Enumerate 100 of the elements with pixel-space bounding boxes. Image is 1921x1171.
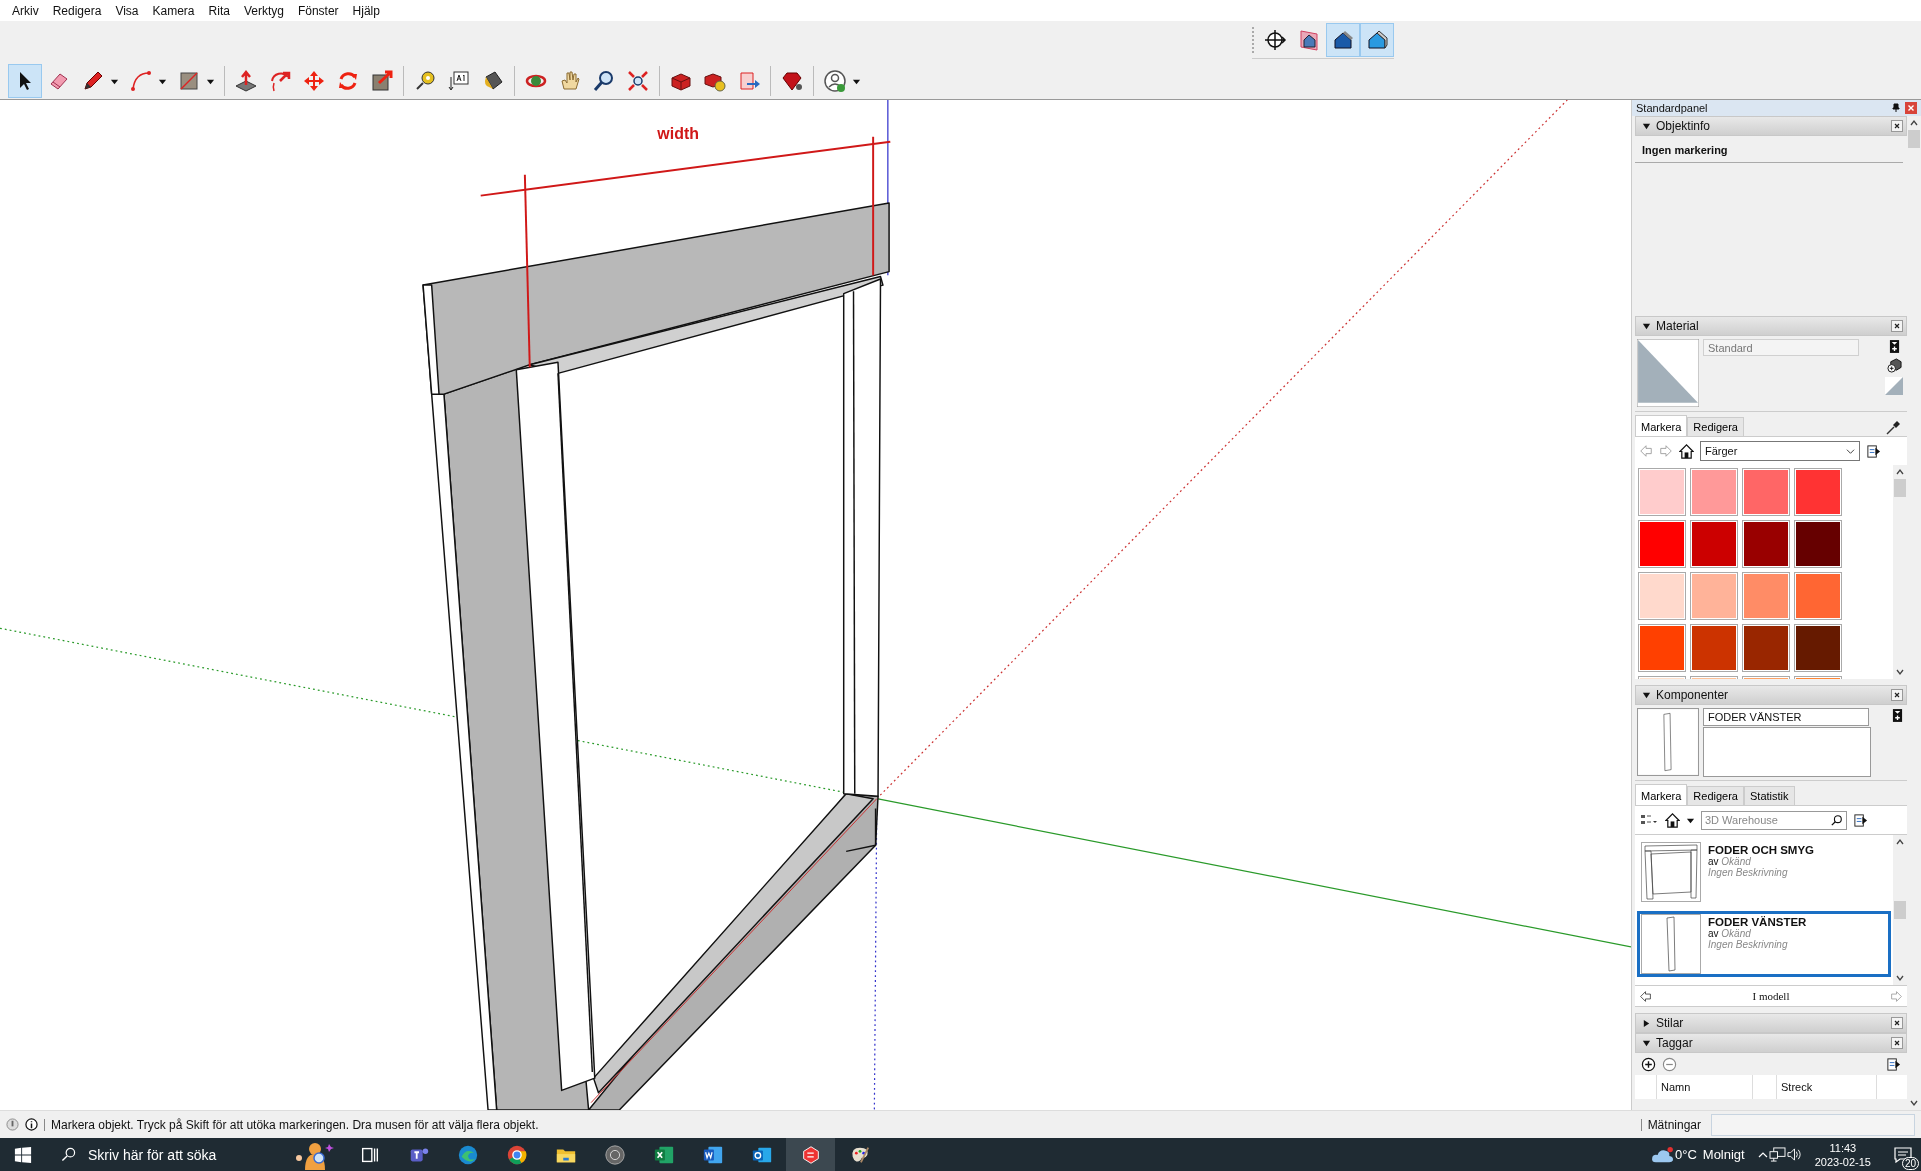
author-line: av Okänd	[1708, 928, 1752, 940]
description-field[interactable]	[1703, 727, 1871, 778]
menu-item[interactable]: Verktyg	[236, 3, 291, 18]
measurements-field[interactable]	[1711, 1113, 1915, 1136]
compass-icon	[1263, 28, 1287, 53]
component-name: FODER OCH SMYG	[1708, 844, 1815, 857]
tab[interactable]: Redigera	[1687, 417, 1744, 437]
color-swatch[interactable]	[1794, 624, 1842, 673]
search-icon	[61, 1147, 76, 1162]
remove-icon[interactable]	[1662, 1056, 1677, 1072]
drawing-canvas[interactable]: width	[0, 100, 1631, 1111]
section-header[interactable]: Komponenter	[1635, 685, 1907, 706]
close-icon[interactable]	[1891, 320, 1903, 333]
close-icon[interactable]	[1891, 1037, 1903, 1050]
notification-button[interactable]: 20	[1885, 1138, 1921, 1171]
scrollbar[interactable]	[1893, 835, 1907, 986]
scroll-thumb[interactable]	[1894, 479, 1906, 498]
close-icon[interactable]	[1891, 120, 1903, 133]
clock-date[interactable]: 2023-02-15	[1814, 1154, 1871, 1169]
volume-icon[interactable]	[1785, 1147, 1803, 1162]
color-swatch[interactable]	[1742, 520, 1790, 569]
start-icon[interactable]	[14, 1145, 32, 1164]
component-name-field[interactable]: FODER VÄNSTER	[1703, 708, 1869, 727]
menu-item[interactable]: Fönster	[290, 3, 346, 18]
menu-item[interactable]: Redigera	[45, 3, 109, 18]
menu-item[interactable]: Visa	[108, 3, 146, 18]
frame-thumbnail	[1640, 842, 1702, 903]
section-title: Komponenter	[1656, 688, 1730, 703]
color-swatch[interactable]	[1638, 572, 1686, 621]
tool-button[interactable]	[1326, 23, 1360, 58]
collapse-icon[interactable]	[1642, 1038, 1651, 1048]
chevron-down-icon	[1846, 446, 1855, 456]
taskbar-search-field[interactable]: Skriv här för att söka	[86, 1145, 270, 1164]
add-icon[interactable]	[1641, 1056, 1656, 1072]
close-icon[interactable]	[1891, 689, 1903, 702]
color-swatch[interactable]	[1690, 572, 1738, 621]
color-swatch[interactable]	[1638, 468, 1686, 517]
dimension-label: width	[657, 125, 699, 143]
create-material-icon[interactable]	[1886, 358, 1902, 374]
section-header[interactable]: Taggar	[1635, 1033, 1907, 1054]
add-component-icon[interactable]	[1892, 708, 1903, 724]
menu-item[interactable]: Arkiv	[5, 3, 46, 18]
color-swatch[interactable]	[1690, 520, 1738, 569]
menu-item[interactable]: Rita	[201, 3, 237, 18]
user-icon	[823, 69, 847, 94]
color-swatch[interactable]	[1742, 624, 1790, 673]
add-material-icon[interactable]	[1888, 339, 1900, 355]
color-swatch[interactable]	[1638, 624, 1686, 673]
library-dropdown[interactable]: Färger	[1700, 441, 1860, 462]
menu-item[interactable]: Kamera	[145, 3, 202, 18]
details-icon[interactable]	[1886, 1056, 1901, 1072]
expand-icon[interactable]	[1642, 1018, 1651, 1028]
eyedropper-icon[interactable]	[1885, 420, 1901, 437]
color-swatch[interactable]	[1690, 624, 1738, 673]
collapse-icon[interactable]	[1642, 690, 1651, 700]
tab[interactable]: Markera	[1635, 415, 1688, 437]
back-icon[interactable]	[1639, 989, 1652, 1003]
tab[interactable]: Statistik	[1744, 786, 1795, 806]
collapse-icon[interactable]	[1642, 121, 1651, 131]
color-swatch[interactable]	[1794, 468, 1842, 517]
tab[interactable]: Redigera	[1687, 786, 1744, 806]
column-header[interactable]: Namn	[1657, 1075, 1753, 1100]
material-name-field[interactable]: Standard	[1703, 339, 1859, 357]
details-icon[interactable]	[1853, 812, 1868, 828]
taskbar-button[interactable]	[786, 1138, 835, 1171]
color-swatch[interactable]	[1794, 572, 1842, 621]
search-icon[interactable]	[1831, 814, 1843, 827]
disc-icon	[603, 1143, 626, 1166]
component-description: Ingen Beskrivning	[1708, 867, 1789, 879]
post-thumbnail	[1640, 914, 1702, 975]
color-swatch[interactable]	[1638, 520, 1686, 569]
color-swatch[interactable]	[1794, 520, 1842, 569]
details-icon[interactable]	[1866, 443, 1881, 459]
tab[interactable]: Markera	[1635, 784, 1688, 806]
home-icon[interactable]	[1679, 443, 1694, 459]
close-icon[interactable]	[1891, 1017, 1903, 1030]
author-line: av Okänd	[1708, 856, 1752, 868]
component-name: FODER VÄNSTER	[1708, 916, 1807, 929]
clock-time[interactable]: 11:43	[1829, 1140, 1857, 1155]
color-swatch[interactable]	[1742, 572, 1790, 621]
tool-button[interactable]	[8, 64, 42, 99]
section-header[interactable]: Objektinfo	[1635, 116, 1907, 137]
menu-item[interactable]: Hjälp	[345, 3, 387, 18]
component-item[interactable]: FODER VÄNSTER av Okänd Ingen Beskrivning	[1637, 911, 1891, 978]
home-icon[interactable]	[1665, 812, 1680, 828]
scroll-thumb[interactable]	[1908, 130, 1920, 149]
search-field[interactable]: 3D Warehouse	[1701, 810, 1847, 830]
info-icon[interactable]	[25, 1118, 38, 1132]
collapse-icon[interactable]	[1642, 321, 1651, 331]
section-header[interactable]: Material	[1635, 316, 1907, 337]
scroll-thumb[interactable]	[1894, 901, 1906, 920]
network-icon[interactable]	[1768, 1147, 1786, 1162]
measurements-label: Mätningar	[1647, 1117, 1701, 1132]
tool-button[interactable]	[1360, 23, 1394, 58]
color-swatch[interactable]	[1742, 468, 1790, 517]
pin-icon[interactable]	[1891, 103, 1901, 114]
column-header[interactable]: Streck	[1777, 1075, 1877, 1100]
section-header[interactable]: Stilar	[1635, 1013, 1907, 1034]
color-swatch[interactable]	[1690, 468, 1738, 517]
component-item[interactable]: FODER OCH SMYG av Okänd Ingen Beskrivning	[1637, 839, 1891, 906]
